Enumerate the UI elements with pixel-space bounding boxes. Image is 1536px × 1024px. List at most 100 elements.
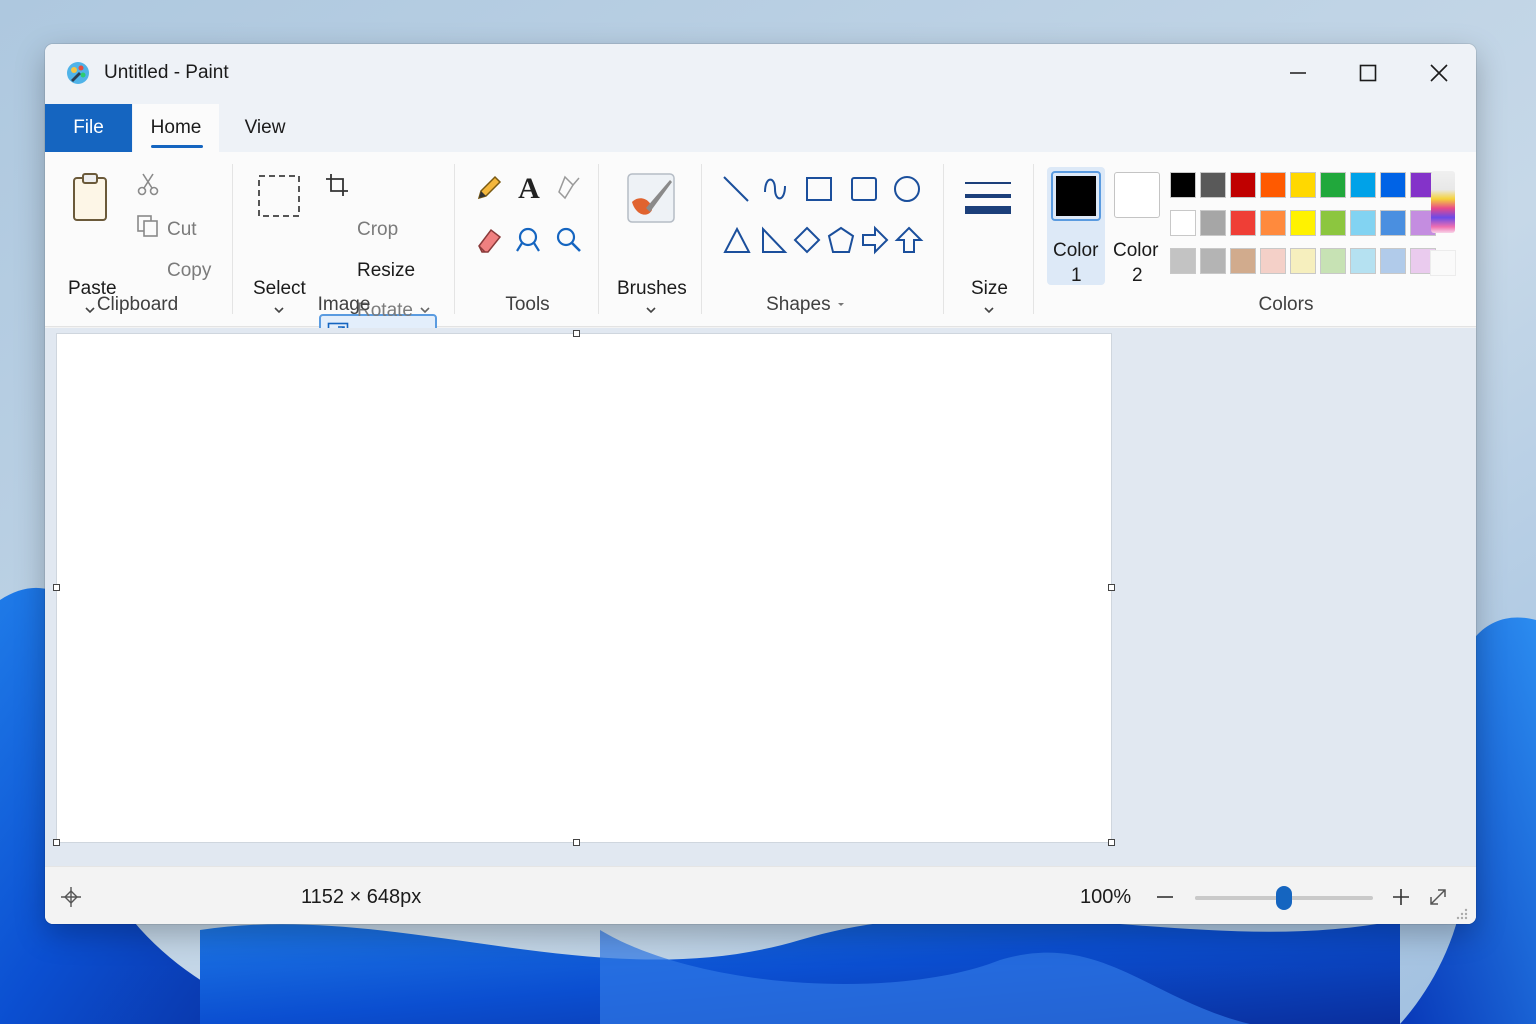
canvas-resize-handle-bottom-left[interactable] (53, 839, 60, 846)
resize-grip-icon[interactable] (1455, 907, 1469, 921)
palette-swatch[interactable] (1380, 172, 1406, 198)
canvas-resize-handle-left[interactable] (53, 584, 60, 591)
color1-button[interactable]: Color 1 (1047, 167, 1105, 286)
palette-swatch[interactable] (1350, 172, 1376, 198)
copy-button-label[interactable]: Copy (167, 260, 211, 282)
paste-icon[interactable] (71, 172, 109, 222)
ribbon-separator (701, 164, 702, 314)
canvas-resize-handle-right[interactable] (1108, 584, 1115, 591)
clipboard-group-label: Clipboard (96, 294, 179, 315)
zoom-out-icon[interactable] (1155, 887, 1175, 907)
ribbon-separator (1033, 164, 1034, 314)
svg-text:A: A (518, 172, 540, 202)
fit-to-window-icon[interactable] (1427, 886, 1449, 908)
palette-swatch[interactable] (1170, 172, 1196, 198)
edit-colors-rainbow-icon[interactable] (1430, 170, 1456, 234)
fill-icon[interactable] (555, 174, 583, 202)
palette-swatch[interactable] (1290, 172, 1316, 198)
minimize-icon (1290, 72, 1306, 74)
color-picker-icon[interactable] (514, 226, 542, 254)
size-button-label[interactable]: Size (971, 278, 1008, 300)
ribbon-separator (943, 164, 944, 314)
oval-shape-icon[interactable] (894, 176, 920, 202)
pencil-icon[interactable] (475, 174, 503, 202)
palette-swatch[interactable] (1320, 210, 1346, 236)
copy-icon[interactable] (136, 214, 160, 238)
palette-swatch[interactable] (1380, 210, 1406, 236)
palette-swatch[interactable] (1170, 248, 1196, 274)
palette-swatch[interactable] (1230, 172, 1256, 198)
crop-icon[interactable] (325, 173, 349, 197)
canvas-resize-handle-corner[interactable] (1108, 839, 1115, 846)
right-arrow-shape-icon[interactable] (862, 225, 889, 255)
brushes-icon[interactable] (626, 172, 676, 224)
tools-group-label: Tools (505, 294, 550, 315)
colors-group-label: Colors (1258, 294, 1314, 315)
palette-swatch[interactable] (1260, 172, 1286, 198)
palette-swatch[interactable] (1230, 248, 1256, 274)
canvas-resize-handle-top[interactable] (573, 330, 580, 337)
palette-swatch[interactable] (1350, 248, 1376, 274)
maximize-icon (1359, 64, 1377, 82)
color1-fill (1056, 176, 1096, 216)
palette-swatch[interactable] (1350, 210, 1376, 236)
triangle-shape-icon[interactable] (723, 226, 751, 253)
text-icon[interactable]: A (514, 172, 544, 202)
minimize-button[interactable] (1275, 56, 1321, 90)
menu-home-label: Home (150, 117, 202, 138)
eraser-icon[interactable] (475, 226, 503, 254)
canvas-dimensions: 1152 × 648px (301, 886, 422, 908)
menu-file[interactable]: File (45, 104, 132, 152)
palette-swatch[interactable] (1290, 248, 1316, 274)
image-group-label: Image (317, 294, 371, 315)
pentagon-shape-icon[interactable] (827, 226, 855, 253)
canvas-resize-handle-bottom[interactable] (573, 839, 580, 846)
brushes-dropdown-chevron-icon[interactable] (644, 305, 658, 315)
rounded-rectangle-shape-icon[interactable] (851, 177, 877, 201)
close-button[interactable] (1416, 56, 1462, 90)
palette-swatch[interactable] (1380, 248, 1406, 274)
menu-view[interactable]: View (227, 104, 303, 152)
window-title: Untitled - Paint (104, 62, 229, 83)
up-arrow-shape-icon[interactable] (894, 226, 924, 253)
rectangle-shape-icon[interactable] (806, 177, 832, 201)
ribbon: Paste Cut Copy Clipboard Select Crop Res… (45, 152, 1476, 385)
line-shape-icon[interactable] (723, 176, 749, 202)
magnifier-icon[interactable] (555, 226, 583, 254)
palette-swatch[interactable] (1290, 210, 1316, 236)
palette-swatch[interactable] (1320, 248, 1346, 274)
color2-button[interactable]: Color 2 (1109, 167, 1167, 286)
select-icon[interactable] (257, 174, 301, 218)
shapes-group-label[interactable]: Shapes (745, 294, 867, 316)
palette-swatch[interactable] (1260, 210, 1286, 236)
palette-swatch[interactable] (1200, 210, 1226, 236)
zoom-slider[interactable] (1195, 886, 1373, 910)
right-triangle-shape-icon[interactable] (762, 226, 788, 253)
palette-swatch[interactable] (1200, 172, 1226, 198)
zoom-slider-thumb[interactable] (1276, 886, 1292, 910)
size-icon[interactable] (965, 174, 1011, 220)
palette-swatch[interactable] (1170, 210, 1196, 236)
palette-swatch[interactable] (1320, 172, 1346, 198)
color2-label-line1: Color (1113, 240, 1159, 261)
palette-empty-slot (1430, 250, 1456, 276)
curve-shape-icon[interactable] (764, 178, 786, 200)
drawing-canvas[interactable] (57, 334, 1111, 842)
shapes-gallery (723, 176, 924, 255)
palette-swatch[interactable] (1230, 210, 1256, 236)
zoom-in-icon[interactable] (1391, 887, 1411, 907)
palette-swatch[interactable] (1260, 248, 1286, 274)
active-tab-indicator (151, 145, 203, 148)
menu-home[interactable]: Home (133, 104, 219, 152)
shapes-dropdown-caret-icon (837, 303, 844, 306)
size-dropdown-chevron-icon[interactable] (982, 305, 996, 315)
resize-button-label: Resize (357, 260, 416, 281)
brushes-button-label[interactable]: Brushes (617, 278, 687, 300)
diamond-shape-icon[interactable] (793, 226, 821, 254)
maximize-button[interactable] (1345, 56, 1391, 90)
cut-button-label[interactable]: Cut (167, 219, 197, 241)
cut-icon[interactable] (137, 172, 159, 196)
palette-swatch[interactable] (1200, 248, 1226, 274)
paint-app-icon (67, 62, 89, 84)
crop-button-label[interactable]: Crop (357, 219, 398, 241)
